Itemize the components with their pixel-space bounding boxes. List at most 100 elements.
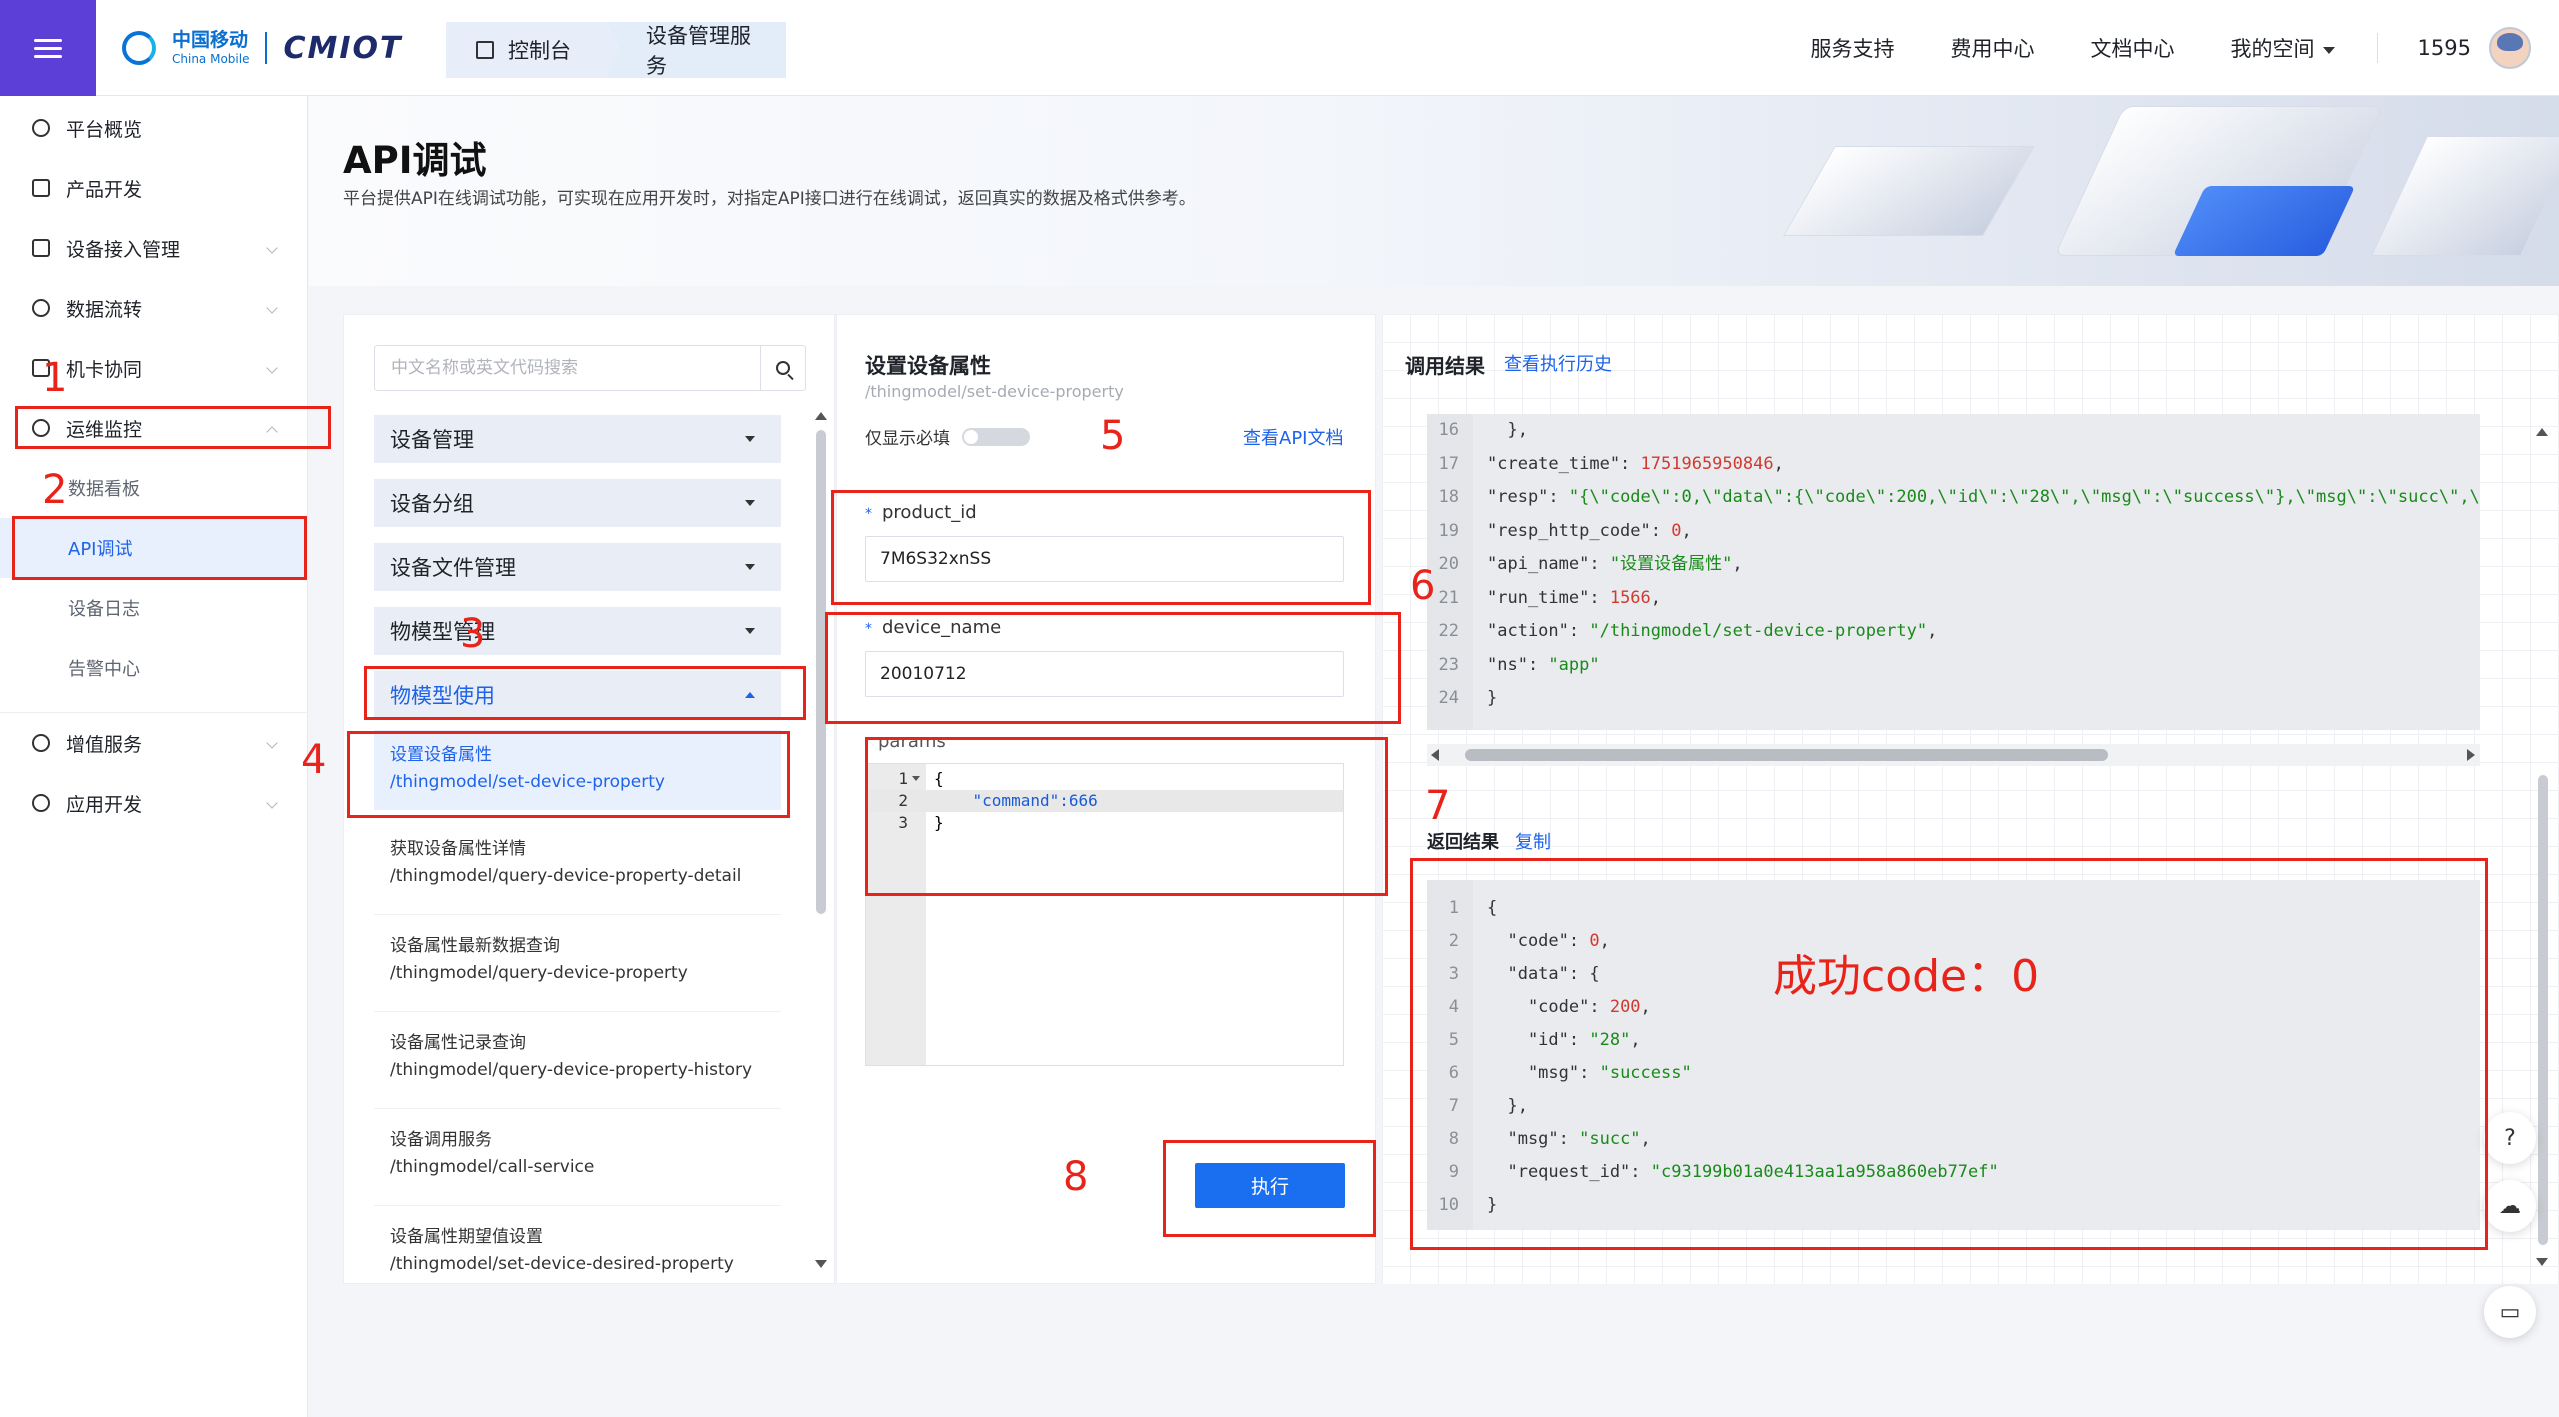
feedback-icon[interactable]: ▭ — [2484, 1286, 2536, 1338]
call-result-code[interactable]: 16 }, 17 "create_time": 1751965950846, 18 "r… — [1427, 414, 2480, 730]
horizontal-scrollbar-thumb[interactable] — [1465, 749, 2108, 761]
avatar[interactable] — [2489, 27, 2531, 69]
view-api-doc-link[interactable]: 查看API文档 — [1243, 424, 1343, 450]
copy-link[interactable]: 复制 — [1515, 828, 1551, 854]
scroll-up-icon[interactable] — [815, 412, 827, 420]
breadcrumb-separator-icon — [606, 22, 620, 78]
help-icon[interactable]: ? — [2484, 1112, 2536, 1164]
search-input[interactable] — [375, 346, 760, 390]
scroll-down-icon[interactable] — [2536, 1258, 2548, 1266]
banner-decoration — [2371, 136, 2559, 256]
group-device-management[interactable]: 设备管理 — [374, 415, 781, 463]
device-icon — [32, 239, 50, 257]
annotation-step-6: 6 — [1410, 563, 1436, 609]
api-item-set-desired-property[interactable]: 设备属性期望值设置/thingmodel/set-device-desired-… — [374, 1206, 781, 1276]
scroll-down-icon[interactable] — [815, 1260, 827, 1268]
api-item-name: 设备属性最新数据查询 — [390, 936, 560, 956]
api-item-call-service[interactable]: 设备调用服务/thingmodel/call-service — [374, 1109, 781, 1206]
nav-service-support[interactable]: 服务支持 — [1811, 33, 1895, 63]
nav-divider — [2376, 33, 2378, 63]
china-mobile-logo-icon — [122, 31, 156, 65]
annotation-box-8 — [1163, 1140, 1376, 1237]
line-text: "api_name": "设置设备属性", — [1487, 554, 1743, 574]
api-item-name: 设备调用服务 — [390, 1130, 492, 1150]
cloud-service-icon[interactable]: ☁ — [2484, 1180, 2536, 1232]
sidebar-sub-device-log[interactable]: 设备日志 — [0, 578, 308, 638]
chevron-down-icon — [266, 302, 278, 314]
api-item-path: /thingmodel/set-device-desired-property — [390, 1254, 734, 1274]
sidebar-item-data-flow[interactable]: 数据流转 — [0, 278, 308, 338]
sidebar-item-product-dev[interactable]: 产品开发 — [0, 158, 308, 218]
nav-docs-center[interactable]: 文档中心 — [2091, 33, 2175, 63]
api-form-path: /thingmodel/set-device-property — [865, 382, 1124, 401]
view-history-link[interactable]: 查看执行历史 — [1504, 350, 1612, 376]
annotation-step-8: 8 — [1063, 1154, 1089, 1200]
line-text: "create_time": 1751965950846, — [1487, 453, 1784, 474]
annotation-box-params — [865, 737, 1388, 896]
sidebar-item-label: 数据流转 — [66, 298, 143, 321]
annotation-step-3: 3 — [460, 611, 486, 657]
logo-cn-text: 中国移动 — [172, 29, 249, 51]
sidebar-item-label: 增值服务 — [66, 733, 143, 756]
group-device-file[interactable]: 设备文件管理 — [374, 543, 781, 591]
gear-icon — [32, 119, 50, 137]
line-number: 18 — [1438, 487, 1459, 507]
breadcrumb-console[interactable]: 控制台 — [446, 22, 606, 78]
search-button[interactable] — [760, 346, 805, 390]
group-label: 设备分组 — [390, 492, 474, 516]
annotation-box-1 — [15, 406, 331, 449]
line-number: 22 — [1438, 621, 1459, 641]
send-icon — [32, 734, 50, 752]
sidebar-sub-alarm-center[interactable]: 告警中心 — [0, 638, 308, 698]
api-item-query-property[interactable]: 设备属性最新数据查询/thingmodel/query-device-prope… — [374, 915, 781, 1012]
line-number: 17 — [1438, 453, 1459, 474]
user-id[interactable]: 1595 — [2418, 36, 2471, 60]
call-result-title: 调用结果 — [1405, 354, 1485, 378]
result-panel-scrollbar[interactable] — [2538, 775, 2548, 1245]
group-thing-model-management[interactable]: 物模型管理 — [374, 607, 781, 655]
nav-billing-center[interactable]: 费用中心 — [1951, 33, 2035, 63]
hamburger-menu-button[interactable] — [0, 0, 96, 96]
logo[interactable]: 中国移动 China Mobile CMIOT — [122, 28, 402, 68]
hamburger-icon — [34, 34, 62, 63]
group-label: 设备文件管理 — [390, 556, 516, 580]
return-result-title: 返回结果 — [1427, 832, 1499, 853]
api-item-name: 设备属性期望值设置 — [390, 1227, 543, 1247]
annotation-step-7: 7 — [1425, 783, 1451, 829]
line-text: } — [1487, 688, 1498, 708]
group-device-group[interactable]: 设备分组 — [374, 479, 781, 527]
annotation-box-5 — [831, 490, 1371, 605]
caret-down-icon — [745, 500, 755, 506]
sidebar-item-app-dev[interactable]: 应用开发 — [0, 773, 308, 833]
breadcrumb-device-service-label: 设备管理服务 — [646, 24, 751, 78]
cube-icon — [32, 179, 50, 197]
sidebar-item-overview[interactable]: 平台概览 — [0, 98, 308, 158]
required-only-toggle[interactable] — [962, 428, 1030, 446]
line-number: 19 — [1438, 520, 1459, 541]
sidebar-item-device-access[interactable]: 设备接入管理 — [0, 218, 308, 278]
sidebar-item-label: 机卡协同 — [66, 358, 143, 381]
nav-my-space-dropdown[interactable]: 我的空间 — [2231, 33, 2335, 63]
api-item-query-property-history[interactable]: 设备属性记录查询/thingmodel/query-device-propert… — [374, 1012, 781, 1109]
chevron-down-icon — [266, 797, 278, 809]
logo-en-text: China Mobile — [172, 52, 250, 66]
line-text: "resp": "{\"code\":0,\"data\":{\"code\":… — [1487, 487, 2480, 507]
logo-divider — [265, 32, 268, 64]
scroll-up-icon[interactable] — [2536, 428, 2548, 436]
scroll-right-icon[interactable] — [2467, 749, 2475, 761]
sidebar-item-value-added[interactable]: 增值服务 — [0, 713, 308, 773]
breadcrumb-device-service[interactable]: 设备管理服务 — [620, 22, 786, 78]
sidebar-item-label: 应用开发 — [66, 793, 143, 816]
line-number: 24 — [1438, 688, 1459, 708]
annotation-step-4: 4 — [301, 737, 327, 783]
line-text: "resp_http_code": 0, — [1487, 520, 1692, 541]
api-item-query-property-detail[interactable]: 获取设备属性详情/thingmodel/query-device-propert… — [374, 818, 781, 915]
sidebar-item-label: 产品开发 — [66, 178, 143, 201]
scroll-left-icon[interactable] — [1431, 749, 1439, 761]
breadcrumb: 控制台 设备管理服务 — [446, 22, 786, 78]
annotation-box-2 — [12, 516, 307, 580]
annotation-box-4 — [347, 731, 790, 818]
caret-down-icon — [745, 628, 755, 634]
caret-down-icon — [745, 564, 755, 570]
api-item-name: 设备属性记录查询 — [390, 1033, 526, 1053]
